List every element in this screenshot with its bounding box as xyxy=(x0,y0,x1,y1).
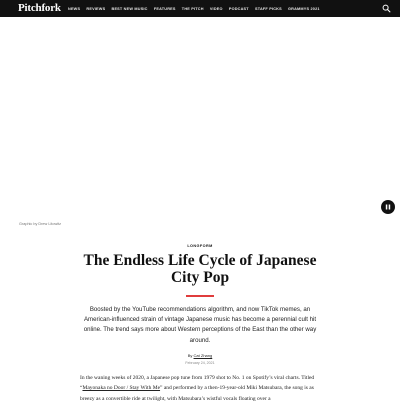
article-title: The Endless Life Cycle of Japanese City … xyxy=(83,252,317,286)
author-link[interactable]: Cat Zhang xyxy=(194,353,213,358)
title-divider xyxy=(186,295,214,297)
nav-item-staff-picks[interactable]: STAFF PICKS xyxy=(255,7,282,11)
article-dek: Boosted by the YouTube recommendations a… xyxy=(83,306,317,344)
nav-item-news[interactable]: NEWS xyxy=(68,7,80,11)
pause-icon xyxy=(385,204,391,210)
search-icon[interactable] xyxy=(382,4,391,13)
byline: By Cat Zhang xyxy=(0,353,400,358)
image-caption: Graphic by Drew Litowitz xyxy=(19,222,61,226)
top-navigation-bar: Pitchfork NEWS REVIEWS BEST NEW MUSIC FE… xyxy=(0,0,400,17)
pitchfork-logo[interactable]: Pitchfork xyxy=(18,1,61,16)
pause-button[interactable] xyxy=(381,200,395,214)
article-kicker[interactable]: LONGFORM xyxy=(0,244,400,248)
publish-date: February 24, 2021 xyxy=(185,361,215,365)
hero-image-area xyxy=(0,17,400,220)
article-body-paragraph: In the waning weeks of 2020, a Japanese … xyxy=(80,373,320,404)
nav-item-podcast[interactable]: PODCAST xyxy=(229,7,249,11)
nav-item-grammys-2021[interactable]: GRAMMYS 2021 xyxy=(288,7,320,11)
nav-item-video[interactable]: VIDEO xyxy=(210,7,223,11)
nav-item-reviews[interactable]: REVIEWS xyxy=(86,7,105,11)
song-link[interactable]: Mayonaka no Door / Stay With Me xyxy=(82,385,160,391)
nav-item-the-pitch[interactable]: THE PITCH xyxy=(182,7,204,11)
main-nav: NEWS REVIEWS BEST NEW MUSIC FEATURES THE… xyxy=(68,0,326,17)
nav-item-best-new-music[interactable]: BEST NEW MUSIC xyxy=(112,7,148,11)
nav-item-features[interactable]: FEATURES xyxy=(154,7,176,11)
